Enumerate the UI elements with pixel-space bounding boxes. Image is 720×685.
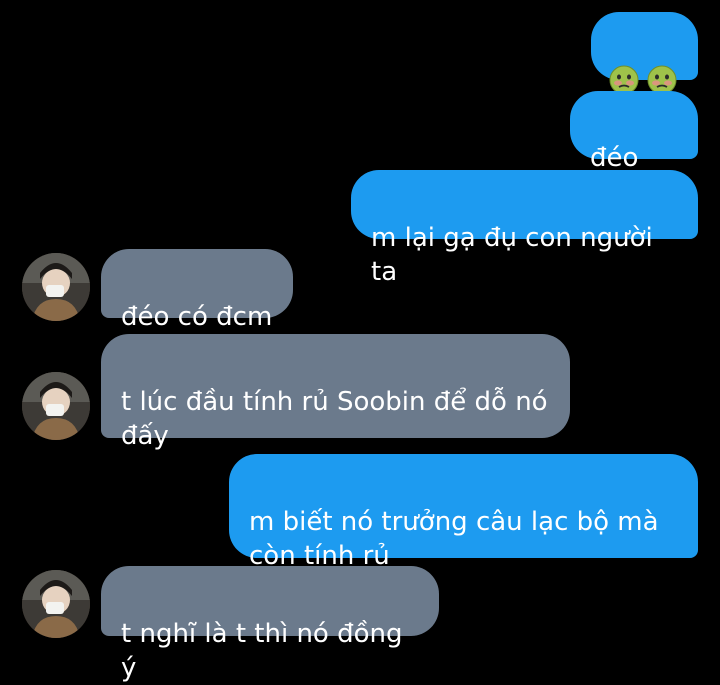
message-bubble-received[interactable]: t lúc đầu tính rủ Soobin để dỗ nó đấy bbox=[101, 334, 570, 451]
nauseated-face-icon bbox=[609, 31, 639, 95]
message-text: m biết nó trưởng câu lạc bộ mà còn tính … bbox=[249, 507, 659, 571]
message-bubble-sent[interactable]: đéo tin bbox=[570, 91, 698, 207]
message-bubble-sent[interactable] bbox=[591, 12, 698, 95]
message-text: t lúc đầu tính rủ Soobin để dỗ nó đấy bbox=[121, 387, 548, 451]
avatar[interactable] bbox=[22, 570, 90, 638]
avatar[interactable] bbox=[22, 372, 90, 440]
message-bubble-sent[interactable]: m biết nó trưởng câu lạc bộ mà còn tính … bbox=[229, 454, 698, 571]
message-text: m lại gạ đụ con người ta bbox=[371, 223, 653, 287]
message-text: đéo có đcm bbox=[121, 302, 273, 332]
message-bubble-received[interactable]: đéo có đcm bbox=[101, 249, 293, 332]
message-bubble-sent[interactable]: m lại gạ đụ con người ta bbox=[351, 170, 698, 287]
avatar[interactable] bbox=[22, 253, 90, 321]
message-bubble-received[interactable]: t nghĩ là t thì nó đồng ý bbox=[101, 566, 439, 683]
message-text: t nghĩ là t thì nó đồng ý bbox=[121, 619, 403, 683]
nauseated-face-icon bbox=[647, 31, 677, 95]
